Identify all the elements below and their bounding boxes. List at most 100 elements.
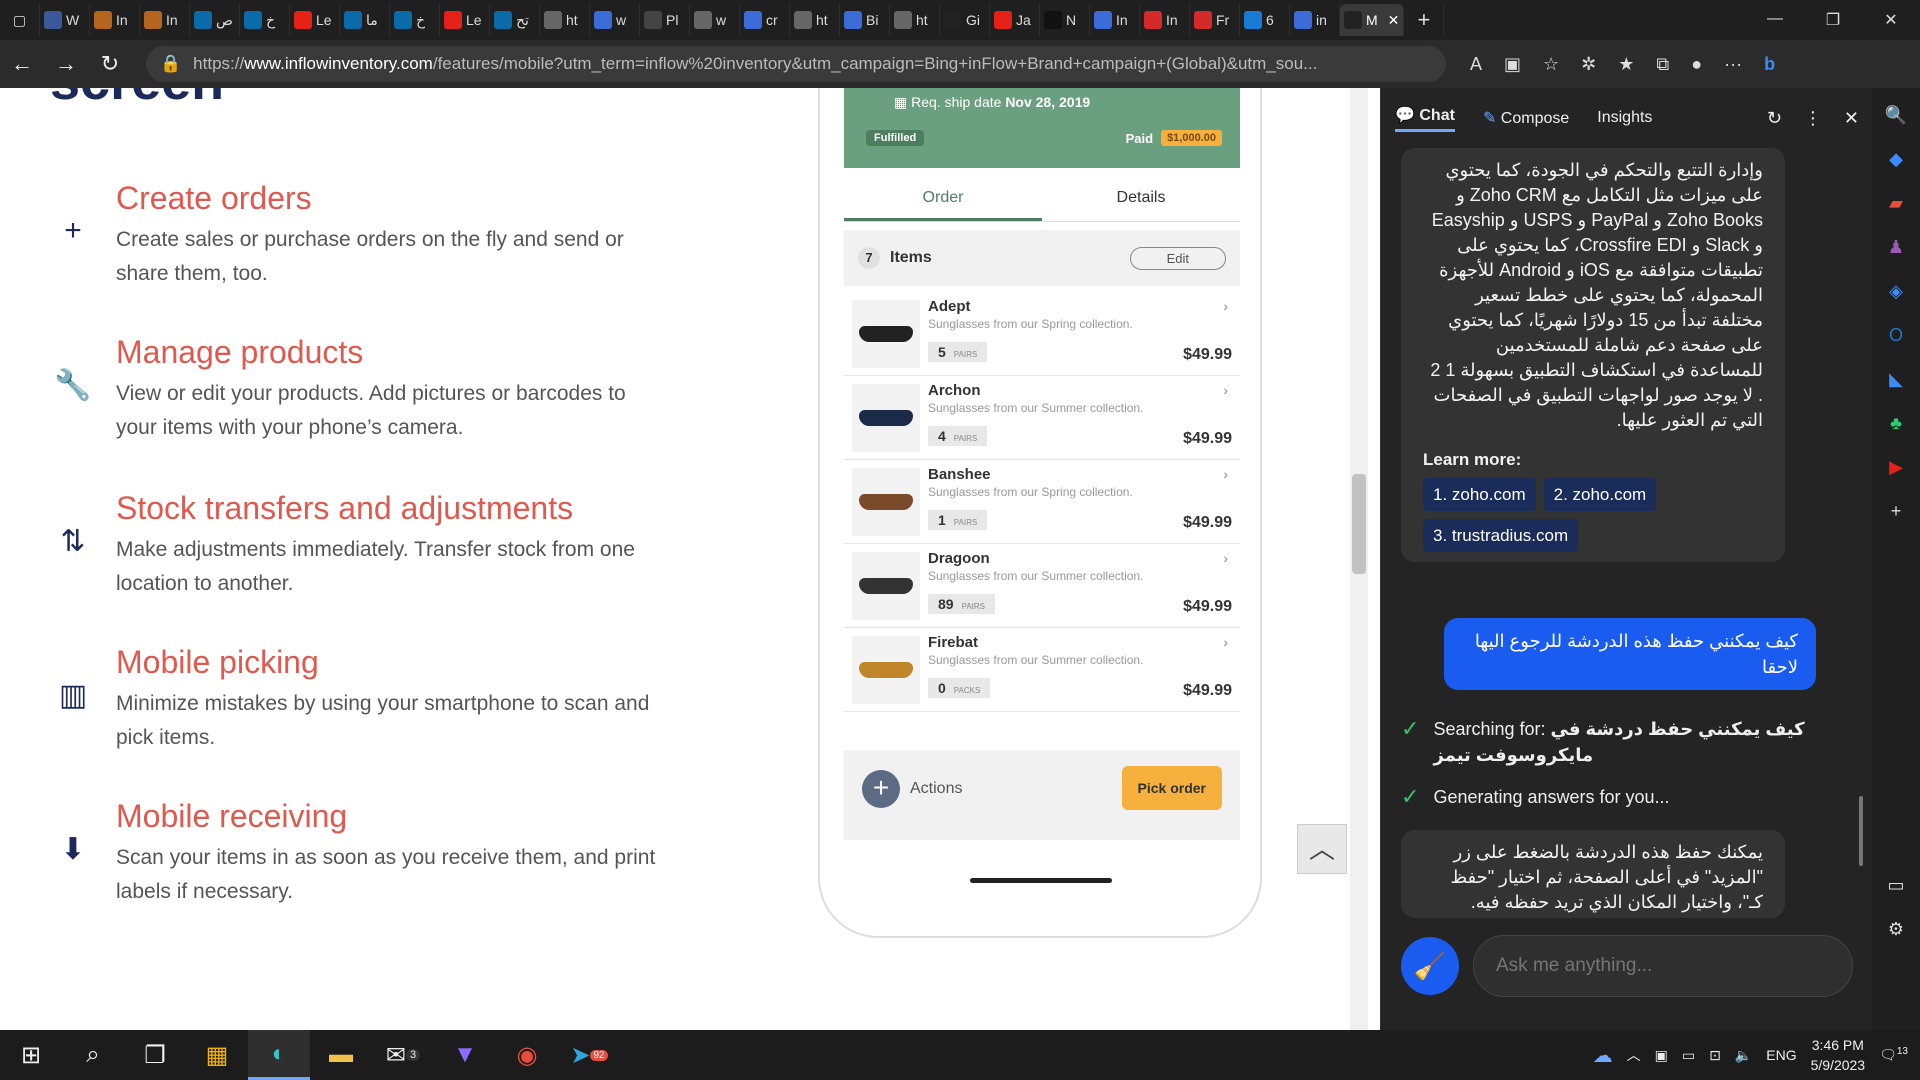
notifications-icon[interactable]: 🗨13 xyxy=(1879,1046,1908,1064)
start-icon[interactable]: ⊞ xyxy=(0,1030,62,1080)
order-item-row[interactable]: Archon Sunglasses from our Summer collect… xyxy=(844,376,1240,460)
browser-tab[interactable]: W xyxy=(40,4,90,36)
show-hidden-icons-icon[interactable]: ︿ xyxy=(1627,1045,1641,1065)
order-item-row[interactable]: Adept Sunglasses from our Spring collecti… xyxy=(844,292,1240,376)
forward-button[interactable]: → xyxy=(44,51,88,77)
drop-icon[interactable]: ◣ xyxy=(1885,368,1907,390)
bing-icon[interactable]: b xyxy=(1764,54,1775,75)
vpn-icon[interactable]: ▼ xyxy=(434,1030,496,1080)
browser-tab[interactable]: M ✕ xyxy=(1340,4,1405,36)
minimize-button[interactable]: — xyxy=(1746,10,1804,30)
browser-tab[interactable]: In xyxy=(90,4,140,36)
browser-tab[interactable]: Ja xyxy=(990,4,1040,36)
youtube-icon[interactable]: ▶ xyxy=(1885,456,1907,478)
network-icon[interactable]: ⊡ xyxy=(1709,1047,1721,1064)
back-to-top-button[interactable]: ︿ xyxy=(1297,824,1347,874)
browser-tab[interactable]: Fr xyxy=(1190,4,1240,36)
favorite-star-icon[interactable]: ☆ xyxy=(1543,54,1559,75)
new-tab-button[interactable]: + xyxy=(1404,4,1445,36)
close-icon[interactable]: ✕ xyxy=(1844,108,1859,129)
settings-icon[interactable]: ⚙ xyxy=(1885,918,1907,940)
browser-tab[interactable]: ht xyxy=(540,4,590,36)
browser-tab[interactable]: In xyxy=(1090,4,1140,36)
back-button[interactable]: ← xyxy=(0,51,44,77)
chat-input[interactable] xyxy=(1473,935,1853,997)
order-item-row[interactable]: Banshee Sunglasses from our Spring collec… xyxy=(844,460,1240,544)
add-icon[interactable]: + xyxy=(1885,500,1907,522)
tab-chat[interactable]: 💬 Chat xyxy=(1395,105,1455,132)
page-scrollbar[interactable] xyxy=(1350,88,1368,1030)
weather-icon[interactable]: ☁ xyxy=(1593,1043,1613,1068)
favorites-icon[interactable]: ★ xyxy=(1618,54,1634,75)
maximize-button[interactable]: ❐ xyxy=(1804,10,1862,30)
mail-icon[interactable]: ✉ 3 xyxy=(372,1030,434,1080)
meet-icon[interactable]: ▣ xyxy=(1655,1047,1668,1064)
search-icon[interactable]: 🔍 xyxy=(1885,104,1907,126)
more-options-icon[interactable]: ⋮ xyxy=(1804,108,1822,129)
browser-tab[interactable]: In xyxy=(1140,4,1190,36)
browser-tab[interactable]: Pl xyxy=(640,4,690,36)
close-window-button[interactable]: ✕ xyxy=(1862,10,1920,30)
tree-icon[interactable]: ♣ xyxy=(1885,412,1907,434)
browser-tab[interactable]: تح xyxy=(490,4,540,36)
store-icon[interactable]: ▦ xyxy=(186,1030,248,1080)
source-link[interactable]: 2. zoho.com xyxy=(1543,478,1657,511)
search-icon[interactable]: ⌕ xyxy=(62,1030,124,1080)
browser-tab[interactable]: In xyxy=(140,4,190,36)
browser-tab[interactable]: Le xyxy=(290,4,340,36)
pick-order-button[interactable]: Pick order xyxy=(1121,766,1222,810)
browser-tab[interactable]: ht xyxy=(790,4,840,36)
browser-tab[interactable]: Gi xyxy=(940,4,990,36)
tab-insights[interactable]: Insights xyxy=(1597,109,1652,127)
games-icon[interactable]: ♟ xyxy=(1885,236,1907,258)
edit-button[interactable]: Edit xyxy=(1129,246,1226,270)
outlook-icon[interactable]: O xyxy=(1885,324,1907,346)
browser-tab[interactable]: w xyxy=(590,4,640,36)
profile-avatar-icon[interactable]: ● xyxy=(1691,54,1702,75)
url-field[interactable]: 🔒 https://www.inflowinventory.com/featur… xyxy=(146,46,1446,82)
new-topic-broom-button[interactable]: 🧹 xyxy=(1401,937,1459,995)
browser-tab[interactable]: 6 xyxy=(1240,4,1290,36)
chat-scrollbar[interactable] xyxy=(1859,796,1863,866)
collections-icon[interactable]: ⧉ xyxy=(1656,54,1669,75)
tab-details[interactable]: Details xyxy=(1042,178,1240,221)
browser-tab[interactable]: w xyxy=(690,4,740,36)
more-menu-icon[interactable]: ··· xyxy=(1724,54,1742,75)
clock[interactable]: 3:46 PM 5/9/2023 xyxy=(1811,1035,1866,1075)
chrome-icon[interactable]: ◉ xyxy=(496,1030,558,1080)
browser-tab[interactable]: ما xyxy=(340,4,390,36)
browser-tab[interactable]: خ xyxy=(240,4,290,36)
source-link[interactable]: 1. zoho.com xyxy=(1423,478,1536,511)
edge-icon[interactable]: ◐ xyxy=(248,1030,310,1080)
app-available-icon[interactable]: ▣ xyxy=(1504,54,1521,75)
file-explorer-icon[interactable]: ▬ xyxy=(310,1030,372,1080)
source-link[interactable]: 3. trustradius.com xyxy=(1423,519,1579,552)
tools-icon[interactable]: ▰ xyxy=(1885,192,1907,214)
browser-tab[interactable]: Le xyxy=(440,4,490,36)
extensions-icon[interactable]: ✲ xyxy=(1581,54,1596,75)
task-view-icon[interactable]: ❐ xyxy=(124,1030,186,1080)
browser-tab[interactable]: in xyxy=(1290,4,1340,36)
order-item-row[interactable]: Firebat Sunglasses from our Summer collec… xyxy=(844,628,1240,712)
scrollbar-thumb[interactable] xyxy=(1352,474,1366,574)
telegram-icon[interactable]: ➤ 92 xyxy=(558,1030,620,1080)
actions-button[interactable]: + Actions xyxy=(862,770,962,808)
microsoft365-icon[interactable]: ◈ xyxy=(1885,280,1907,302)
browser-tab[interactable]: ص xyxy=(190,4,240,36)
refresh-icon[interactable]: ↻ xyxy=(1767,108,1782,129)
browser-tab[interactable]: ht xyxy=(890,4,940,36)
language-indicator[interactable]: ENG xyxy=(1766,1047,1796,1063)
browser-tab[interactable]: cr xyxy=(740,4,790,36)
shopping-icon[interactable]: ◆ xyxy=(1885,148,1907,170)
sidebar-toggle-icon[interactable]: ▭ xyxy=(1885,874,1907,896)
browser-tab[interactable]: خ xyxy=(390,4,440,36)
close-tab-icon[interactable]: ✕ xyxy=(1388,12,1400,29)
volume-icon[interactable]: 🔈 xyxy=(1735,1047,1752,1064)
browser-tab[interactable]: N xyxy=(1040,4,1090,36)
browser-tab[interactable]: Bi xyxy=(840,4,890,36)
tab-compose[interactable]: ✎ Compose xyxy=(1483,108,1569,128)
battery-icon[interactable]: ▭ xyxy=(1682,1047,1695,1064)
read-aloud-icon[interactable]: A xyxy=(1470,54,1482,75)
tab-order[interactable]: Order xyxy=(844,178,1042,221)
order-item-row[interactable]: Dragoon Sunglasses from our Summer collec… xyxy=(844,544,1240,628)
